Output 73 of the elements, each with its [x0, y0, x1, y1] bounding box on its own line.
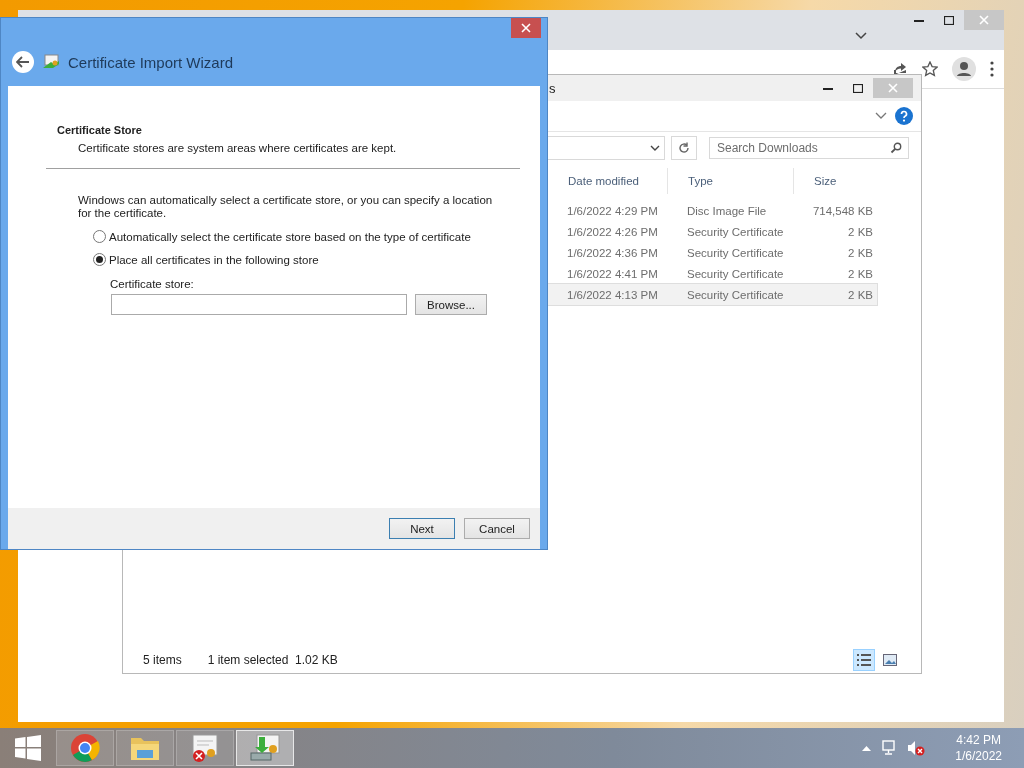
- selection-info: 1 item selected 1.02 KB: [207, 653, 338, 667]
- close-icon: [979, 15, 989, 25]
- share-icon[interactable]: [892, 61, 908, 77]
- file-row[interactable]: 1/6/2022 4:26 PM Security Certificate 2 KB: [547, 221, 877, 242]
- search-field[interactable]: Search Downloads: [709, 137, 909, 159]
- start-icon[interactable]: [15, 735, 41, 761]
- option-label[interactable]: Place all certificates in the following store: [109, 253, 319, 266]
- refresh-icon: [678, 142, 690, 154]
- certificate-store-field[interactable]: [111, 294, 407, 315]
- certificate-icon: [42, 54, 60, 70]
- back-button[interactable]: [12, 51, 34, 73]
- next-button[interactable]: Next: [389, 518, 455, 539]
- refresh-button[interactable]: [671, 136, 697, 160]
- radio-button[interactable]: [93, 230, 106, 243]
- close-button[interactable]: [511, 18, 541, 38]
- bookmark-star-icon[interactable]: [922, 61, 938, 77]
- size-cell-text: 2 KB: [847, 246, 874, 259]
- show-hidden-icons-icon[interactable]: [862, 745, 872, 751]
- date-cell-text: 1/6/2022 4:41 PM: [566, 267, 659, 280]
- date-cell-text: 1/6/2022 4:29 PM: [566, 204, 659, 217]
- details-view-icon: [857, 654, 871, 666]
- type-cell-text: Security Certificate: [686, 246, 785, 259]
- radio-button[interactable]: [93, 253, 106, 266]
- network-icon[interactable]: [881, 740, 898, 756]
- window-title: s: [549, 80, 556, 96]
- type-cell-text: Disc Image File: [686, 204, 768, 217]
- date-cell-text: 1/6/2022 4:36 PM: [566, 246, 659, 259]
- maximize-icon[interactable]: [853, 83, 863, 93]
- menu-icon[interactable]: [990, 61, 994, 77]
- maximize-icon[interactable]: [944, 15, 954, 25]
- item-count: 5 items: [143, 653, 182, 667]
- column-header[interactable]: Type: [667, 168, 793, 194]
- section-description: Certificate stores are system areas where certificates are kept.: [78, 142, 398, 154]
- search-icon[interactable]: [890, 142, 902, 154]
- profile-icon[interactable]: [952, 57, 976, 81]
- section-heading: Certificate Store: [57, 124, 143, 136]
- taskbar-button[interactable]: [176, 730, 234, 766]
- type-cell-text: Security Certificate: [686, 288, 785, 301]
- close-icon: [888, 83, 898, 93]
- option-label[interactable]: Automatically select the certificate store based on the type of certificate: [109, 230, 471, 243]
- minimize-icon[interactable]: [914, 18, 924, 22]
- file-row[interactable]: 1/6/2022 4:36 PM Security Certificate 2 KB: [547, 242, 877, 263]
- size-cell-text: 714,548 KB: [811, 204, 874, 217]
- file-row[interactable]: 1/6/2022 4:41 PM Security Certificate 2 KB: [547, 263, 877, 284]
- certificate-install-icon: [249, 733, 281, 763]
- file-row[interactable]: 1/6/2022 4:29 PM Disc Image File 714,548 KB: [547, 200, 877, 221]
- file-row[interactable]: 1/6/2022 4:13 PM Security Certificate 2 KB: [547, 284, 877, 305]
- size-cell-text: 2 KB: [847, 267, 874, 280]
- back-arrow-icon: [16, 56, 30, 68]
- instruction-text: Windows can automatically select a certificate store, or you can specify a location for the certificate.: [78, 194, 494, 220]
- taskbar-button[interactable]: [56, 730, 114, 766]
- minimize-icon[interactable]: [823, 86, 833, 90]
- close-icon: [521, 23, 531, 33]
- field-label: Certificate store:: [110, 278, 195, 290]
- wizard-title: Certificate Import Wizard: [68, 53, 234, 71]
- taskbar-button[interactable]: [236, 730, 294, 766]
- dropdown-caret-icon[interactable]: [650, 144, 660, 152]
- thumbnail-view-icon: [883, 654, 897, 666]
- cancel-button[interactable]: Cancel: [464, 518, 530, 539]
- browser-icon: [70, 733, 100, 763]
- browse-button[interactable]: Browse...: [415, 294, 487, 315]
- date-cell-text: 1/6/2022 4:13 PM: [566, 288, 659, 301]
- expand-ribbon-icon[interactable]: [875, 112, 887, 120]
- size-cell-text: 2 KB: [847, 225, 874, 238]
- size-cell-text: 2 KB: [847, 288, 874, 301]
- muted-speaker-icon[interactable]: [907, 740, 926, 756]
- help-icon[interactable]: [895, 107, 913, 125]
- details-view-button[interactable]: [853, 649, 875, 671]
- date-cell-text: 1/6/2022 4:26 PM: [566, 225, 659, 238]
- column-header[interactable]: Size: [793, 168, 877, 194]
- type-cell-text: Security Certificate: [686, 225, 785, 238]
- tab-list-icon[interactable]: [855, 32, 867, 40]
- type-cell-text: Security Certificate: [686, 267, 785, 280]
